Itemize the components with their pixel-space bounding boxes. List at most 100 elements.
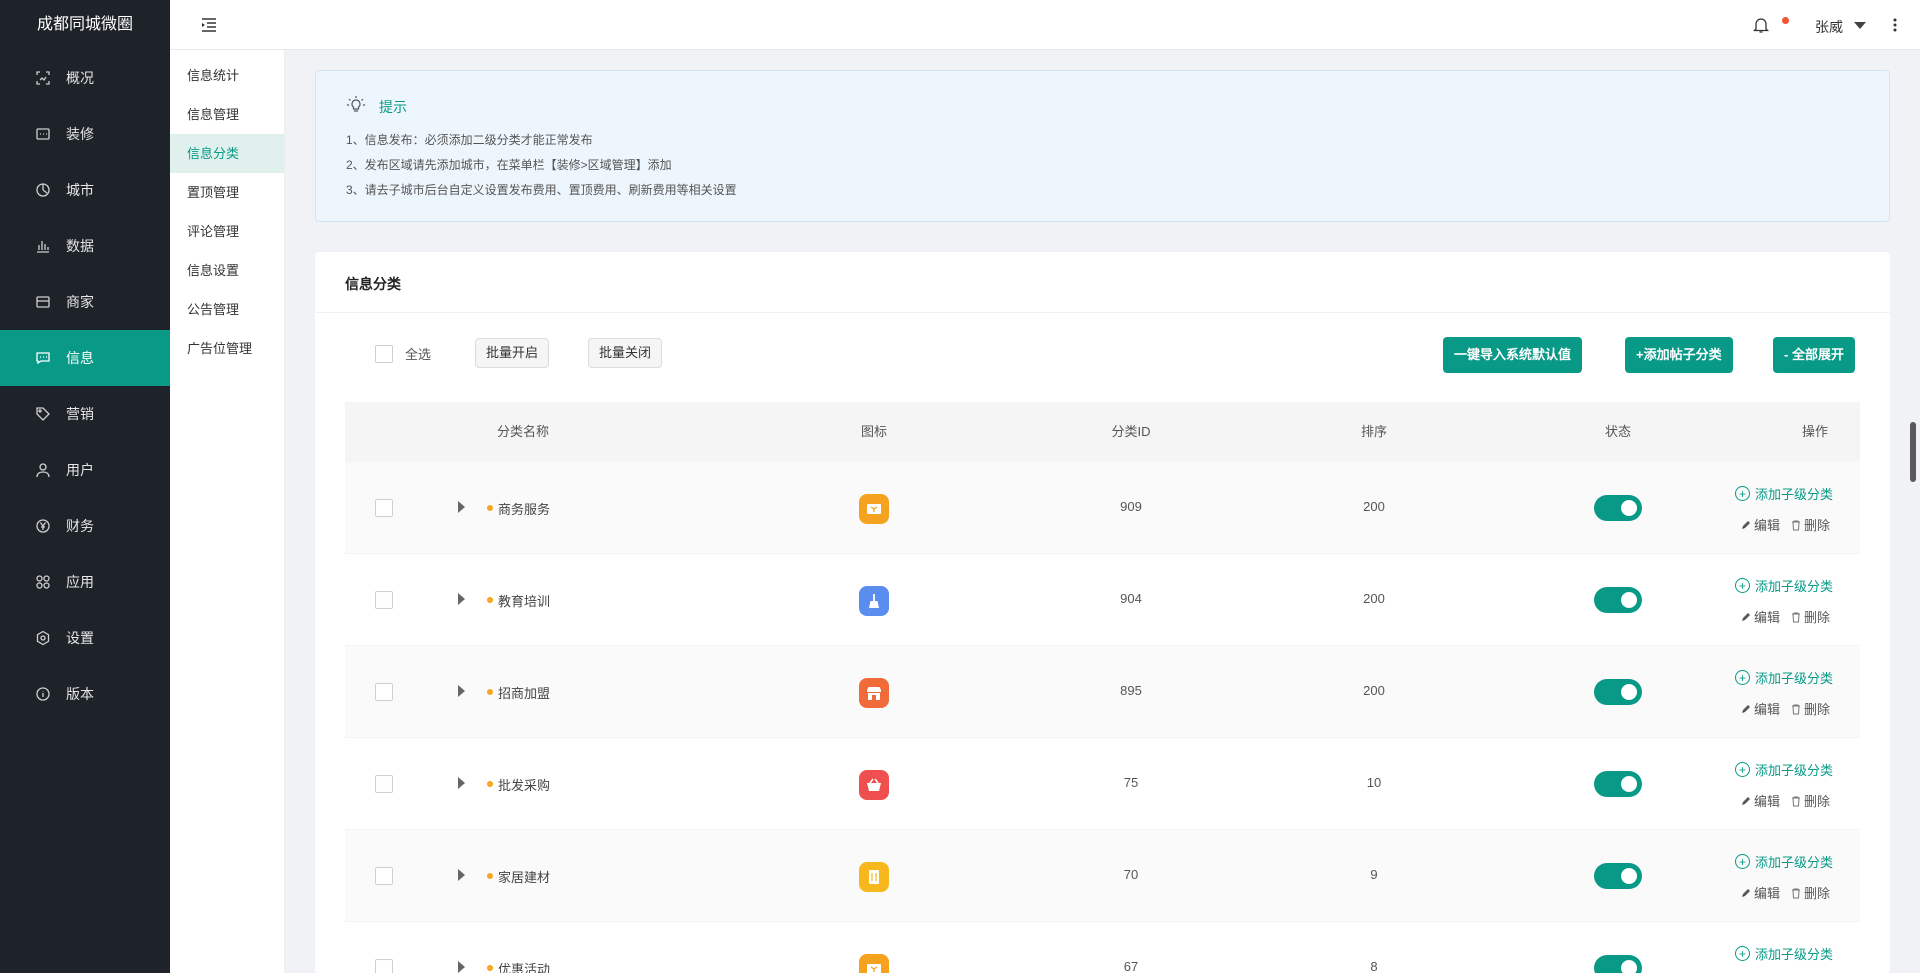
expand-arrow-icon[interactable] [458,777,465,789]
sidebar-item[interactable]: 应用 [0,554,170,610]
status-toggle[interactable] [1594,587,1642,613]
building-icon [859,862,889,892]
sidebar-item[interactable]: 版本 [0,666,170,722]
subnav-item[interactable]: 信息设置 [170,251,284,290]
sidebar-item[interactable]: 用户 [0,442,170,498]
add-child-category-link[interactable]: + 添加子级分类 [1735,576,1833,595]
subnav-item[interactable]: 信息管理 [170,95,284,134]
expand-all-button[interactable]: - 全部展开 [1773,337,1855,373]
toggle-knob [1621,960,1637,973]
sidebar-item[interactable]: 设置 [0,610,170,666]
delete-link[interactable]: 删除 [1790,699,1830,718]
add-child-category-link[interactable]: + 添加子级分类 [1735,944,1833,963]
basket-icon [859,770,889,800]
import-default-button[interactable]: 一键导入系统默认值 [1443,337,1583,373]
trash-icon [1792,520,1800,530]
chevron-down-icon[interactable] [1854,22,1866,29]
expand-arrow-icon[interactable] [458,869,465,881]
sidebar-item[interactable]: 营销 [0,386,170,442]
toggle-knob [1621,500,1637,516]
bell-icon[interactable] [1752,16,1770,34]
subnav-item[interactable]: 评论管理 [170,212,284,251]
table-row: 商务服务 909 200 + 添加子级分类 编辑 删除 [345,462,1860,554]
sidebar-item-label: 装修 [66,126,94,142]
table-row: 家居建材 70 9 + 添加子级分类 编辑 删除 [345,830,1860,922]
edit-label: 编辑 [1754,702,1781,717]
column-header: 操作 [1801,424,1829,439]
add-child-category-link[interactable]: + 添加子级分类 [1735,760,1833,779]
sidebar-item[interactable]: 城市 [0,162,170,218]
status-toggle[interactable] [1594,771,1642,797]
sidebar-item-label: 概况 [66,70,94,86]
category-dot [487,597,493,603]
delete-label: 删除 [1804,610,1831,625]
delete-link[interactable]: 删除 [1790,607,1830,626]
row-checkbox[interactable] [375,959,393,973]
pencil-icon [1742,704,1750,713]
sidebar-item[interactable]: 装修 [0,106,170,162]
row-checkbox[interactable] [375,591,393,609]
edit-label: 编辑 [1754,794,1781,809]
sidebar-item[interactable]: 信息 [0,330,170,386]
menu-toggle-icon[interactable] [200,16,218,34]
sidebar-item[interactable]: 财务 [0,498,170,554]
expand-arrow-icon[interactable] [458,685,465,697]
row-checkbox[interactable] [375,499,393,517]
delete-link[interactable]: 删除 [1790,515,1830,534]
user-name[interactable]: 张威 [1815,17,1843,37]
edit-label: 编辑 [1754,518,1781,533]
sidebar-item[interactable]: 商家 [0,274,170,330]
scrollbar-thumb[interactable] [1910,422,1916,482]
sidebar-item-label: 城市 [66,182,94,198]
merchant-icon [34,293,52,311]
batch-close-button[interactable]: 批量关闭 [588,338,663,368]
edit-link[interactable]: 编辑 [1740,791,1780,810]
category-dot [487,873,493,879]
batch-open-button[interactable]: 批量开启 [475,338,550,368]
pencil-icon [1742,888,1750,897]
expand-arrow-icon[interactable] [458,961,465,973]
select-all-checkbox[interactable]: 全选 [375,344,431,363]
edit-link[interactable]: 编辑 [1740,699,1780,718]
subnav-item[interactable]: 广告位管理 [170,329,284,368]
category-id: 909 [1120,499,1142,514]
status-toggle[interactable] [1594,679,1642,705]
sidebar-item[interactable]: 概况 [0,50,170,106]
add-child-category-link[interactable]: + 添加子级分类 [1735,668,1833,687]
lightbulb-icon [347,96,365,112]
add-child-category-link[interactable]: + 添加子级分类 [1735,484,1833,503]
edit-label: 编辑 [1754,610,1781,625]
delete-link[interactable]: 删除 [1790,883,1830,902]
delete-link[interactable]: 删除 [1790,791,1830,810]
add-child-label: 添加子级分类 [1755,671,1834,686]
add-child-category-link[interactable]: + 添加子级分类 [1735,852,1833,871]
checkbox[interactable] [375,344,393,363]
edit-link[interactable]: 编辑 [1740,883,1780,902]
expand-arrow-icon[interactable] [458,501,465,513]
toggle-knob [1621,868,1637,884]
status-toggle[interactable] [1594,955,1642,973]
column-header: 分类名称 [496,424,550,439]
category-name: 商务服务 [498,502,551,517]
subnav-item[interactable]: 信息统计 [170,56,284,95]
row-checkbox[interactable] [375,867,393,885]
status-toggle[interactable] [1594,495,1642,521]
add-category-button[interactable]: +添加帖子分类 [1625,337,1733,373]
edit-link[interactable]: 编辑 [1740,607,1780,626]
row-checkbox[interactable] [375,775,393,793]
sidebar-item[interactable]: 数据 [0,218,170,274]
subnav-item[interactable]: 信息分类 [170,134,284,173]
plus-circle-icon: + [1735,854,1750,869]
add-child-label: 添加子级分类 [1755,763,1834,778]
more-menu-icon[interactable] [1890,14,1900,36]
expand-arrow-icon[interactable] [458,593,465,605]
card-title: 信息分类 [345,276,401,292]
trash-icon [1792,704,1800,714]
app-title: 成都同城微圈 [36,16,133,33]
edit-link[interactable]: 编辑 [1740,515,1780,534]
category-name: 批发采购 [498,778,551,793]
subnav-item[interactable]: 置顶管理 [170,173,284,212]
row-checkbox[interactable] [375,683,393,701]
subnav-item[interactable]: 公告管理 [170,290,284,329]
status-toggle[interactable] [1594,863,1642,889]
